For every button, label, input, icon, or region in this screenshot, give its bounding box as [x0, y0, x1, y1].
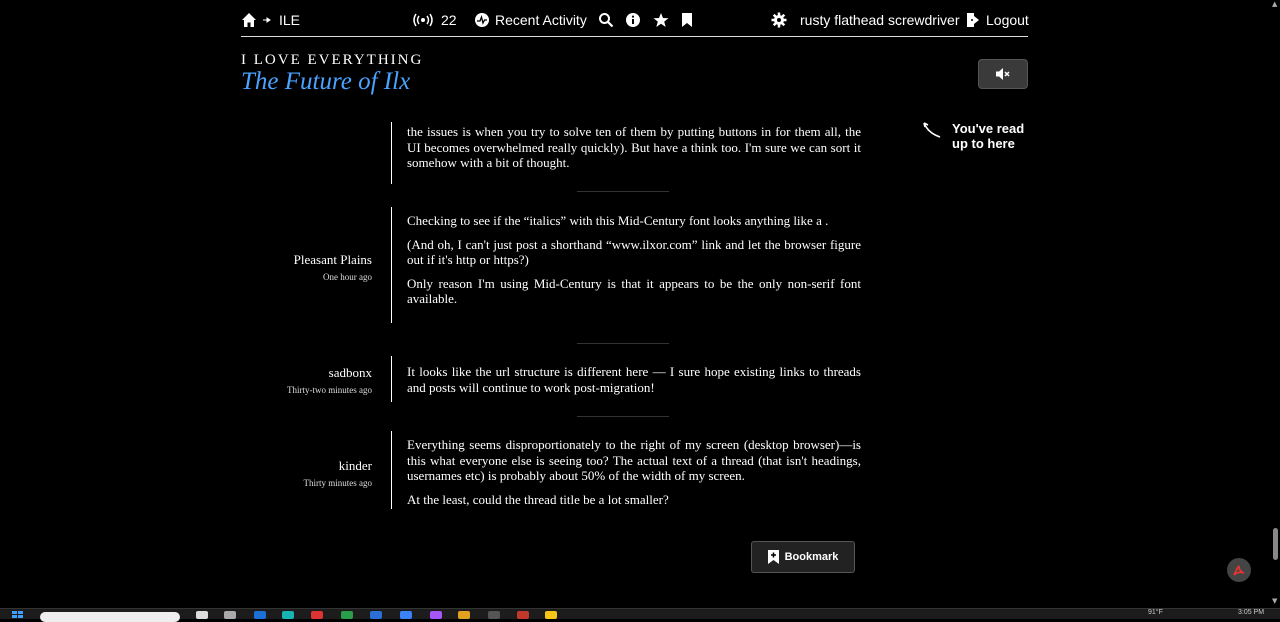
post-separator	[577, 191, 669, 192]
mute-button[interactable]	[978, 59, 1028, 89]
scroll-up-arrow[interactable]: ▲	[1272, 0, 1277, 8]
scrollbar[interactable]	[1271, 0, 1280, 608]
pin-icon	[263, 17, 271, 23]
post: sadbonx Thirty-two minutes ago It looks …	[241, 356, 861, 402]
logout-label: Logout	[986, 12, 1029, 28]
user-profile-link[interactable]: rusty flathead screwdriver	[800, 12, 960, 28]
post-separator	[577, 416, 669, 417]
bookmark-icon	[682, 13, 692, 27]
post-time[interactable]: One hour ago	[323, 272, 372, 282]
post-divider	[391, 122, 392, 184]
post-body: Checking to see if the “italics” with th…	[407, 213, 861, 315]
windows-start-icon[interactable]	[12, 611, 24, 618]
post-paragraph: Everything seems disproportionately to t…	[407, 437, 861, 483]
post-separator	[577, 343, 669, 344]
read-marker-text: You've read up to here	[952, 121, 1025, 151]
broadcast-icon	[413, 13, 433, 27]
post-paragraph: the issues is when you try to solve ten …	[407, 124, 861, 170]
favorites-button[interactable]	[653, 12, 669, 28]
gear-icon	[771, 12, 787, 28]
bookmarks-button[interactable]	[681, 12, 693, 28]
os-taskbar	[0, 608, 1280, 619]
bookmark-thread-button[interactable]: Bookmark	[751, 541, 855, 573]
post-paragraph: At the least, could the thread title be …	[407, 491, 669, 507]
read-marker: You've read up to here	[922, 121, 1032, 151]
info-button[interactable]	[625, 12, 641, 28]
home-icon	[242, 13, 256, 27]
post-body: Everything seems disproportionately to t…	[407, 437, 861, 515]
post-paragraph: Only reason I'm using Mid-Century is tha…	[407, 275, 861, 307]
post: kinder Thirty minutes ago Everything see…	[241, 431, 861, 509]
post-body: the issues is when you try to solve ten …	[407, 124, 861, 179]
post-paragraph: Checking to see if the “italics” with th…	[407, 213, 829, 228]
scroll-down-arrow[interactable]: ▼	[1272, 597, 1277, 605]
pdf-icon	[1233, 565, 1245, 576]
board-link[interactable]: ILE	[263, 12, 300, 28]
post-divider	[391, 356, 392, 402]
read-arrow-icon	[923, 122, 941, 138]
logout-link[interactable]: Logout	[966, 12, 1029, 28]
recent-activity-link[interactable]: Recent Activity	[475, 12, 587, 28]
pdf-tool-button[interactable]	[1227, 558, 1251, 582]
speaker-mute-icon	[996, 68, 1010, 80]
new-count: 22	[441, 12, 457, 28]
scrollbar-thumb[interactable]	[1273, 528, 1278, 560]
thread-title: The Future of Ilx	[241, 68, 411, 95]
info-icon	[626, 13, 640, 27]
post-paragraph: It looks like the url structure is diffe…	[407, 364, 861, 395]
new-posts-link[interactable]: 22	[413, 12, 457, 28]
post: the issues is when you try to solve ten …	[241, 118, 861, 184]
search-button[interactable]	[598, 12, 614, 28]
post-author[interactable]: kinder	[339, 458, 372, 474]
post-time[interactable]: Thirty minutes ago	[304, 478, 373, 488]
board-name: ILE	[279, 12, 301, 28]
activity-icon	[475, 13, 489, 27]
recent-activity-label: Recent Activity	[495, 12, 587, 28]
post-author[interactable]: Pleasant Plains	[294, 252, 372, 268]
taskbar-clock[interactable]: 3:05 PM	[1238, 609, 1264, 616]
home-link[interactable]	[241, 12, 257, 28]
post-paragraph: (And oh, I can't just post a shorthand “…	[407, 236, 861, 268]
post-time[interactable]: Thirty-two minutes ago	[287, 385, 372, 395]
site-name[interactable]: I LOVE EVERYTHING	[241, 52, 423, 69]
taskbar-search[interactable]	[40, 612, 180, 622]
logout-icon	[967, 13, 979, 27]
bookmark-label: Bookmark	[784, 551, 839, 563]
post-divider	[391, 207, 392, 323]
post-divider	[391, 431, 392, 509]
post-body: It looks like the url structure is diffe…	[407, 364, 861, 403]
search-icon	[599, 13, 614, 28]
username: rusty flathead screwdriver	[800, 12, 960, 28]
settings-button[interactable]	[771, 12, 787, 28]
star-icon	[653, 13, 669, 27]
bookmark-add-icon	[767, 550, 779, 564]
post-author[interactable]: sadbonx	[329, 365, 372, 381]
post: Pleasant Plains One hour ago Checking to…	[241, 207, 861, 325]
top-nav: ILE 22 Recent Activity rusty flathead sc…	[241, 8, 1029, 37]
taskbar-weather[interactable]: 91°F	[1148, 609, 1163, 616]
